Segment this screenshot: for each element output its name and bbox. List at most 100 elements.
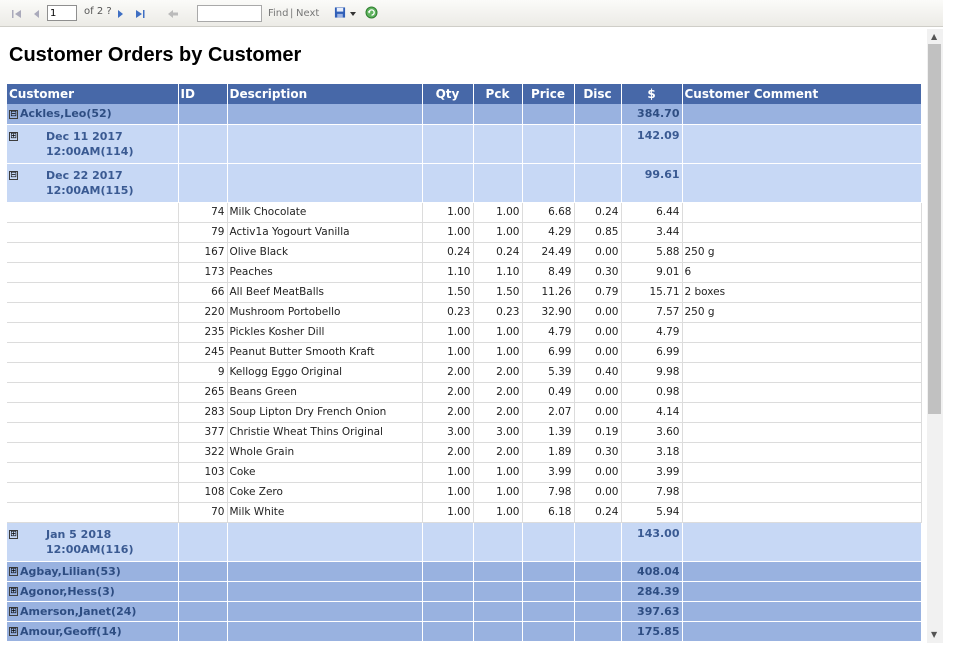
dropdown-arrow-icon[interactable] (349, 7, 357, 20)
date-cell: ⊞ Jan 5 2018 12:00AM(116) (7, 522, 179, 562)
date-line: Dec 11 2017 (46, 129, 123, 143)
item-row: 283 Soup Lipton Dry French Onion 2.00 2.00 2… (7, 402, 922, 423)
item-price: 4.29 (522, 222, 575, 243)
col-disc-header[interactable]: Disc (574, 84, 622, 104)
item-comment (682, 382, 922, 403)
item-comment (682, 202, 922, 223)
item-description: Coke (227, 462, 423, 483)
item-amount: 5.88 (621, 242, 683, 263)
customer-cell: ⊞ Amerson,Janet(24) (7, 601, 179, 622)
expand-icon[interactable]: ⊞ (9, 131, 18, 141)
item-description: Mushroom Portobello (227, 302, 423, 323)
date-group-row: ⊞ Jan 5 2018 12:00AM(116) 143.00 (7, 522, 922, 562)
item-price: 6.99 (522, 342, 575, 363)
item-id: 103 (178, 462, 228, 483)
item-disc: 0.79 (574, 282, 622, 303)
expand-icon[interactable]: ⊞ (9, 567, 18, 576)
expand-icon[interactable]: ⊞ (9, 587, 18, 596)
page-number-input[interactable] (47, 5, 77, 21)
item-qty: 2.00 (422, 382, 474, 403)
col-price-header[interactable]: Price (522, 84, 575, 104)
column-header-row: Customer ID Description Qty Pck Price Di… (7, 84, 922, 104)
item-pck: 2.00 (473, 362, 523, 383)
col-pck-header[interactable]: Pck (473, 84, 523, 104)
item-pck: 3.00 (473, 422, 523, 443)
item-comment: 6 (682, 262, 922, 283)
item-id: 377 (178, 422, 228, 443)
customer-cell: ⊟ Ackles,Leo(52) (7, 104, 179, 125)
next-link[interactable]: Next (296, 8, 319, 19)
customer-total: 397.63 (621, 601, 683, 622)
customer-row: ⊞ Amerson,Janet(24) 397.63 (7, 601, 922, 622)
item-price: 6.68 (522, 202, 575, 223)
scroll-down-icon[interactable]: ▼ (931, 630, 937, 639)
item-disc: 0.24 (574, 502, 622, 523)
collapse-icon[interactable]: ⊟ (9, 170, 18, 180)
item-disc: 0.00 (574, 462, 622, 483)
item-disc: 0.00 (574, 482, 622, 503)
item-id: 74 (178, 202, 228, 223)
item-amount: 0.98 (621, 382, 683, 403)
customer-name: Amerson,Janet(24) (20, 604, 137, 618)
expand-icon[interactable]: ⊞ (9, 529, 18, 539)
item-comment (682, 462, 922, 483)
item-price: 3.99 (522, 462, 575, 483)
item-description: Milk White (227, 502, 423, 523)
col-qty-header[interactable]: Qty (422, 84, 474, 104)
customer-cell: ⊞ Amour,Geoff(14) (7, 621, 179, 642)
item-price: 5.39 (522, 362, 575, 383)
report-title: Customer Orders by Customer (9, 44, 302, 66)
item-price: 8.49 (522, 262, 575, 283)
item-description: Olive Black (227, 242, 423, 263)
item-qty: 1.50 (422, 282, 474, 303)
item-price: 11.26 (522, 282, 575, 303)
item-amount: 3.18 (621, 442, 683, 463)
item-id: 70 (178, 502, 228, 523)
customer-cell: ⊞ Agbay,Lilian(53) (7, 561, 179, 582)
customer-total: 408.04 (621, 561, 683, 582)
item-pck: 1.10 (473, 262, 523, 283)
item-disc: 0.30 (574, 442, 622, 463)
item-id: 235 (178, 322, 228, 343)
col-amount-header[interactable]: $ (621, 84, 683, 104)
back-icon[interactable] (167, 7, 179, 20)
report-toolbar: of 2 ? Find | Next (0, 0, 943, 27)
item-comment (682, 402, 922, 423)
item-price: 24.49 (522, 242, 575, 263)
item-comment (682, 442, 922, 463)
item-pck: 1.00 (473, 502, 523, 523)
last-page-icon[interactable] (134, 7, 146, 20)
item-id: 79 (178, 222, 228, 243)
col-comment-header[interactable]: Customer Comment (682, 84, 922, 104)
item-comment (682, 422, 922, 443)
item-row: 66 All Beef MeatBalls 1.50 1.50 11.26 0.79 15.… (7, 282, 922, 303)
item-row: 322 Whole Grain 2.00 2.00 1.89 0.30 3.18 (7, 442, 922, 463)
item-pck: 2.00 (473, 382, 523, 403)
export-save-icon[interactable] (334, 6, 346, 19)
expand-icon[interactable]: ⊞ (9, 607, 18, 616)
find-link[interactable]: Find (268, 8, 289, 19)
date-group-row: ⊟ Dec 22 2017 12:00AM(115) 99.61 (7, 163, 922, 203)
item-qty: 0.23 (422, 302, 474, 323)
find-text-input[interactable] (197, 5, 262, 22)
previous-page-icon[interactable] (30, 7, 42, 20)
col-customer-header[interactable]: Customer (7, 84, 179, 104)
col-id-header[interactable]: ID (178, 84, 228, 104)
item-qty: 1.00 (422, 342, 474, 363)
item-row: 79 Activ1a Yogourt Vanilla 1.00 1.00 4.29 0.8… (7, 222, 922, 243)
first-page-icon[interactable] (11, 7, 23, 20)
item-description: Pickles Kosher Dill (227, 322, 423, 343)
item-pck: 1.00 (473, 222, 523, 243)
collapse-icon[interactable]: ⊟ (9, 109, 18, 119)
col-description-header[interactable]: Description (227, 84, 423, 104)
scroll-up-icon[interactable]: ▲ (931, 32, 937, 41)
item-price: 7.98 (522, 482, 575, 503)
vertical-scrollbar[interactable]: ▲ ▼ (927, 29, 943, 643)
item-id: 167 (178, 242, 228, 263)
scrollbar-thumb[interactable] (928, 44, 941, 414)
next-page-icon[interactable] (115, 7, 127, 20)
item-description: Christie Wheat Thins Original (227, 422, 423, 443)
refresh-icon[interactable] (364, 6, 378, 19)
customer-cell: ⊞ Agonor,Hess(3) (7, 581, 179, 602)
expand-icon[interactable]: ⊞ (9, 627, 18, 636)
